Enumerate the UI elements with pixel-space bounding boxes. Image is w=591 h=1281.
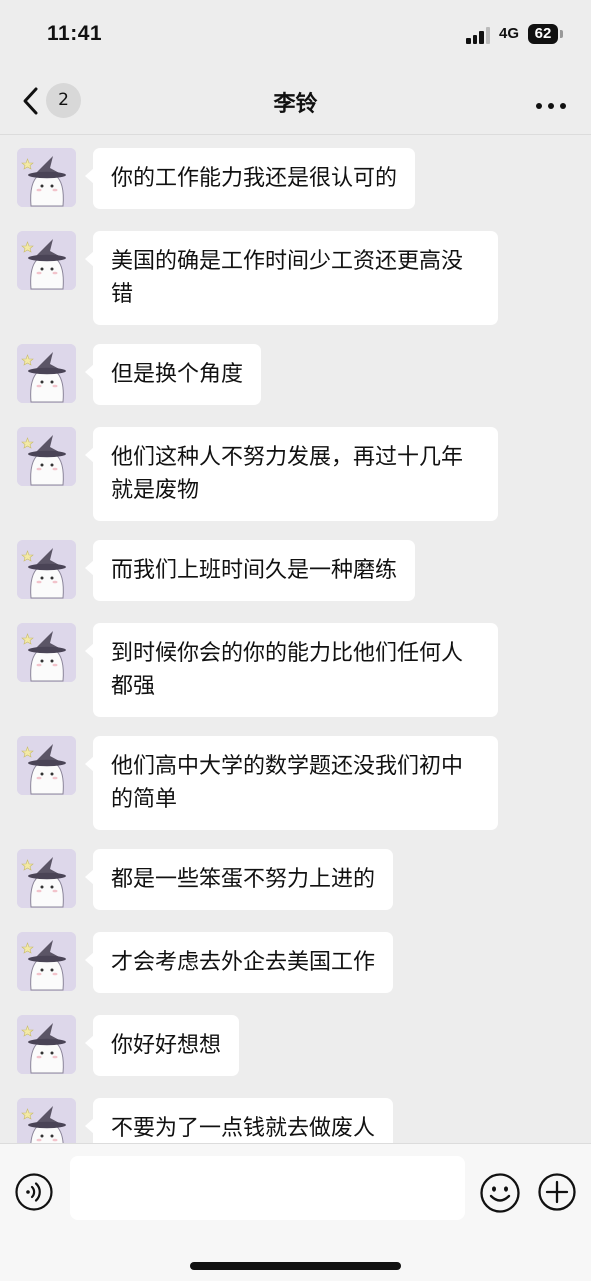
network-type: 4G bbox=[499, 25, 520, 42]
voice-icon[interactable] bbox=[15, 1173, 53, 1211]
message-bubble[interactable]: 而我们上班时间久是一种磨练 bbox=[84, 540, 416, 601]
avatar[interactable] bbox=[17, 849, 76, 908]
message-input[interactable] bbox=[70, 1156, 465, 1220]
plus-icon[interactable] bbox=[537, 1172, 577, 1212]
input-bar bbox=[0, 1143, 591, 1281]
message-bubble[interactable]: 都是一些笨蛋不努力上进的 bbox=[84, 849, 394, 910]
avatar[interactable] bbox=[17, 344, 76, 403]
battery-icon: 62 bbox=[528, 24, 558, 44]
avatar[interactable] bbox=[17, 932, 76, 991]
status-bar: 11:41 4G 62 bbox=[0, 0, 591, 70]
battery-tip bbox=[560, 30, 563, 38]
avatar[interactable] bbox=[17, 427, 76, 486]
avatar[interactable] bbox=[17, 1015, 76, 1074]
message-bubble[interactable]: 但是换个角度 bbox=[84, 344, 262, 405]
message-bubble[interactable]: 你好好想想 bbox=[84, 1015, 240, 1076]
avatar[interactable] bbox=[17, 231, 76, 290]
message-bubble[interactable]: 才会考虑去外企去美国工作 bbox=[84, 932, 394, 993]
message-bubble[interactable]: 他们这种人不努力发展，再过十几年就是废物 bbox=[85, 427, 498, 521]
home-indicator bbox=[190, 1262, 401, 1270]
avatar[interactable] bbox=[17, 1098, 76, 1143]
battery-level: 62 bbox=[534, 25, 552, 42]
chat-title: 李铃 bbox=[273, 92, 318, 117]
message-bubble[interactable]: 你的工作能力我还是很认可的 bbox=[84, 148, 416, 209]
avatar[interactable] bbox=[17, 736, 76, 795]
emoji-icon[interactable] bbox=[479, 1172, 521, 1214]
avatar[interactable] bbox=[17, 623, 76, 682]
more-dots-icon[interactable] bbox=[534, 96, 568, 109]
nav-bar: 2 李铃 bbox=[0, 70, 591, 135]
avatar[interactable] bbox=[17, 540, 76, 599]
message-bubble[interactable]: 美国的确是工作时间少工资还更高没错 bbox=[85, 231, 498, 325]
message-bubble[interactable]: 到时候你会的你的能力比他们任何人都强 bbox=[85, 623, 498, 717]
message-bubble[interactable]: 不要为了一点钱就去做废人 bbox=[84, 1098, 394, 1143]
message-list[interactable]: 你的工作能力我还是很认可的 美国的确是工作时间少工资还更高没错 但是换个角度 他… bbox=[0, 135, 591, 1143]
signal-icon bbox=[466, 27, 492, 44]
status-time: 11:41 bbox=[47, 22, 103, 45]
avatar[interactable] bbox=[17, 148, 76, 207]
message-bubble[interactable]: 他们高中大学的数学题还没我们初中的简单 bbox=[85, 736, 498, 830]
